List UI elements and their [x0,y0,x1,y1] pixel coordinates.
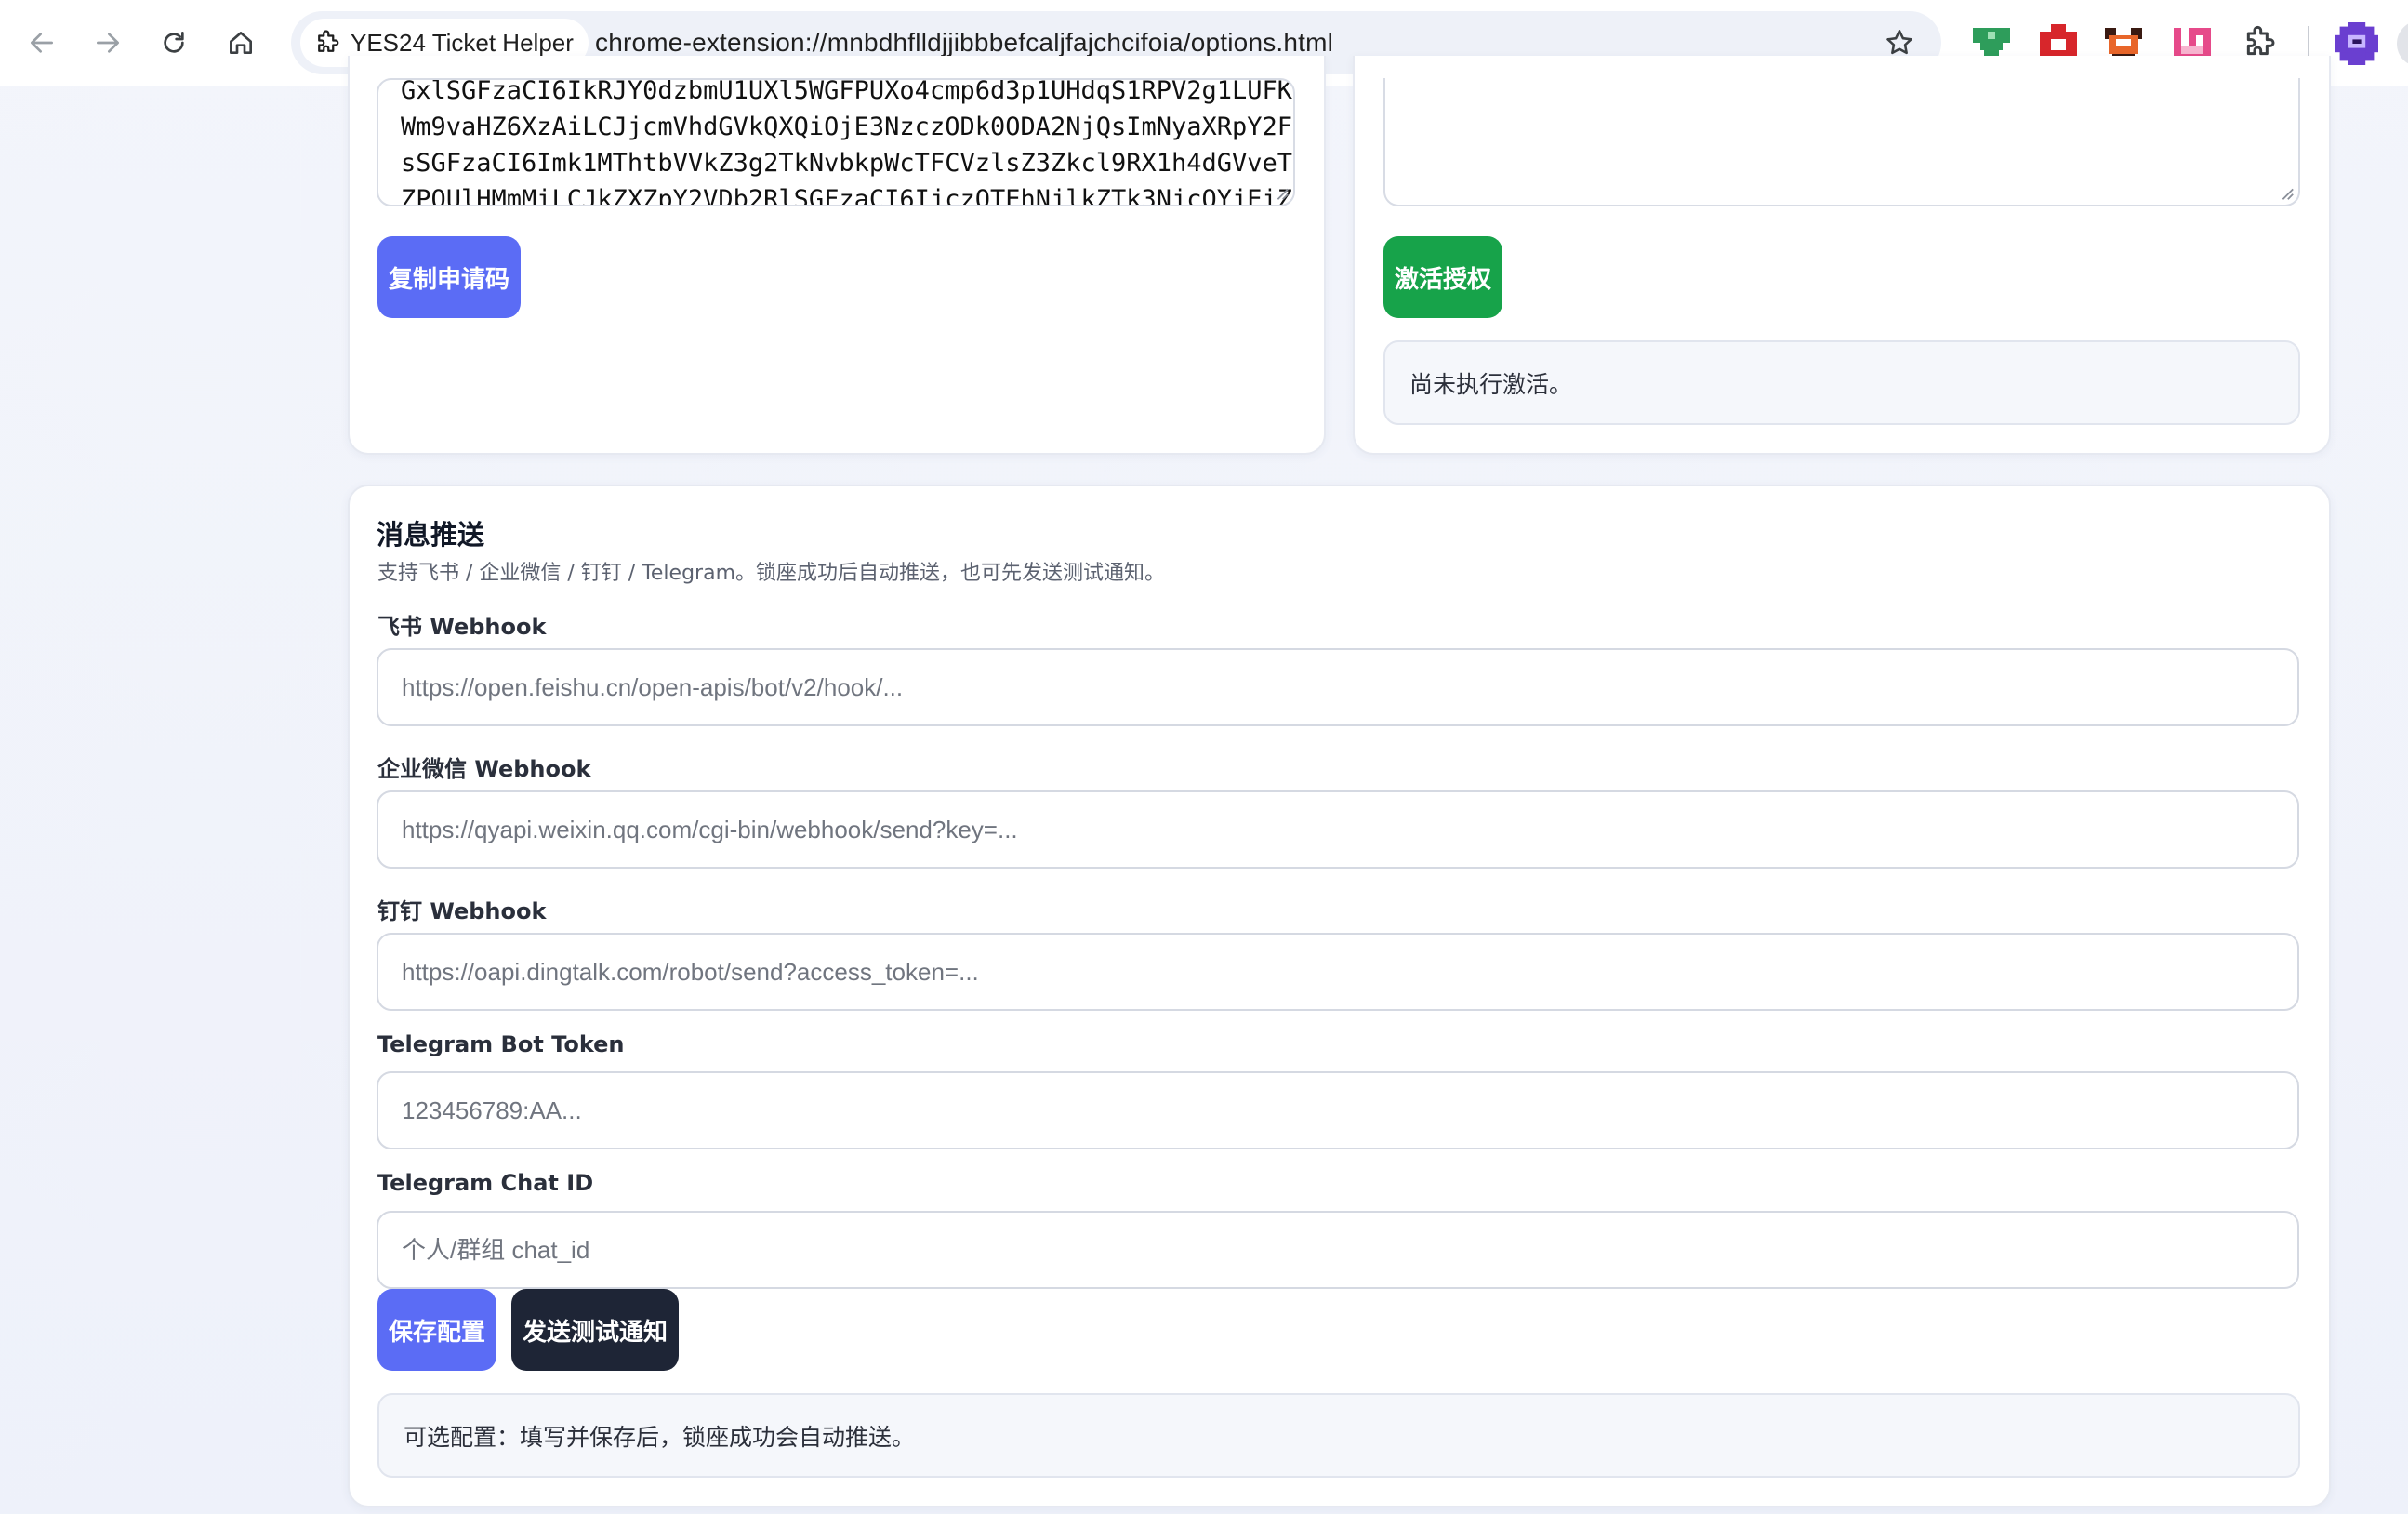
feishu-webhook-input[interactable] [377,648,2299,726]
license-key-textarea[interactable] [1383,78,2300,206]
activate-license-button[interactable]: 激活授权 [1383,236,1502,318]
copy-request-code-button[interactable]: 复制申请码 [377,236,521,318]
activation-status: 尚未执行激活。 [1383,340,2300,425]
feishu-webhook-label: 飞书 Webhook [377,614,547,640]
reload-button[interactable] [151,20,197,66]
wecom-webhook-label: 企业微信 Webhook [377,756,591,782]
profile-avatar-icon[interactable] [2335,22,2378,65]
resize-handle-icon[interactable] [1273,184,1290,201]
menu-button[interactable] [2397,20,2408,67]
toolbar-separator [2308,26,2309,60]
arrow-right-icon [97,33,119,53]
bookmark-star-icon[interactable] [1884,27,1915,59]
arrow-left-icon [31,33,53,53]
telegram-chat-id-input[interactable] [377,1211,2299,1289]
resize-handle-icon[interactable] [2278,184,2295,201]
request-code-line: GxlSGFzaCI6IkRJY0dzbmU1UXl5WGFPUXo4cmp6d… [401,78,1293,105]
push-status: 可选配置：填写并保存后，锁座成功会自动推送。 [377,1393,2300,1478]
wecom-webhook-input[interactable] [377,790,2299,869]
push-section-description: 支持飞书 / 企业微信 / 钉钉 / Telegram。锁座成功后自动推送，也可… [377,562,1166,585]
reload-icon [164,32,184,53]
dingtalk-webhook-input[interactable] [377,933,2299,1011]
dingtalk-webhook-label: 钉钉 Webhook [377,898,547,924]
save-config-button[interactable]: 保存配置 [377,1289,496,1371]
puzzle-icon [318,30,339,52]
telegram-chat-id-label: Telegram Chat ID [377,1170,594,1196]
request-code-line: ZPQUlHMmMiLCJkZXZpY2VDb2RlSGFzaCI6IjczOT… [401,185,1293,206]
home-icon [230,32,252,54]
request-code-textarea[interactable]: GxlSGFzaCI6IkRJY0dzbmU1UXl5WGFPUXo4cmp6d… [377,78,1295,206]
telegram-token-input[interactable] [377,1071,2299,1149]
request-code-line: Wm9vaHZ6XzAiLCJjcmVhdGVkQXQiOjE3NzczODk0… [401,113,1293,141]
back-button[interactable] [19,20,65,66]
home-button[interactable] [218,20,264,66]
site-chip-title: YES24 Ticket Helper [351,28,574,57]
push-section-title: 消息推送 [377,519,485,551]
telegram-token-label: Telegram Bot Token [377,1031,625,1057]
send-test-notification-button[interactable]: 发送测试通知 [511,1289,679,1371]
request-code-line: sSGFzaCI6Imk1MThtbVVkZ3g2TkNvbkpWcTFCVzl… [401,149,1293,178]
forward-button[interactable] [85,20,131,66]
